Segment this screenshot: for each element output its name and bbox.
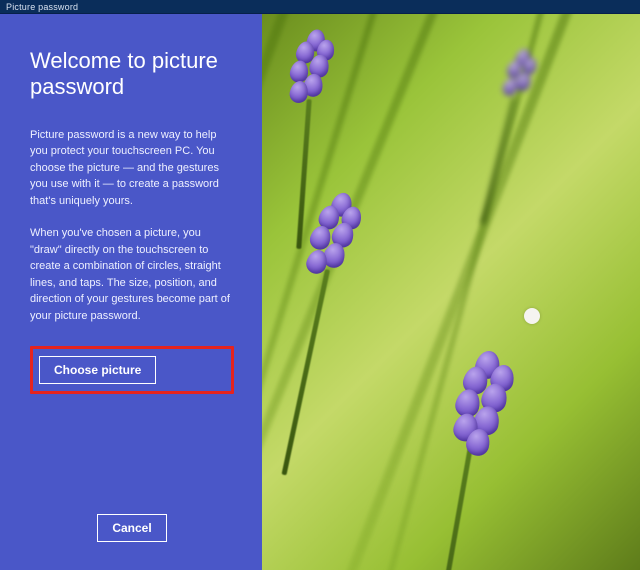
grass-blade	[262, 14, 278, 570]
content-area: Welcome to picture password Picture pass…	[0, 14, 640, 570]
intro-paragraph-2: When you've chosen a picture, you "draw"…	[30, 225, 234, 324]
left-panel: Welcome to picture password Picture pass…	[0, 14, 262, 570]
grass-blade	[335, 14, 631, 570]
page-title: Welcome to picture password	[30, 48, 234, 101]
picture-preview[interactable]	[262, 14, 640, 570]
cancel-button[interactable]: Cancel	[97, 514, 166, 542]
intro-paragraph-1: Picture password is a new way to help yo…	[30, 127, 234, 210]
titlebar: Picture password	[0, 0, 640, 14]
picture-password-window: Picture password Welcome to picture pass…	[0, 0, 640, 570]
tutorial-highlight: Choose picture	[30, 346, 234, 394]
bottom-actions: Cancel	[30, 514, 234, 546]
gesture-cursor-icon	[524, 308, 540, 324]
window-title: Picture password	[6, 2, 78, 12]
choose-picture-button[interactable]: Choose picture	[39, 356, 156, 384]
